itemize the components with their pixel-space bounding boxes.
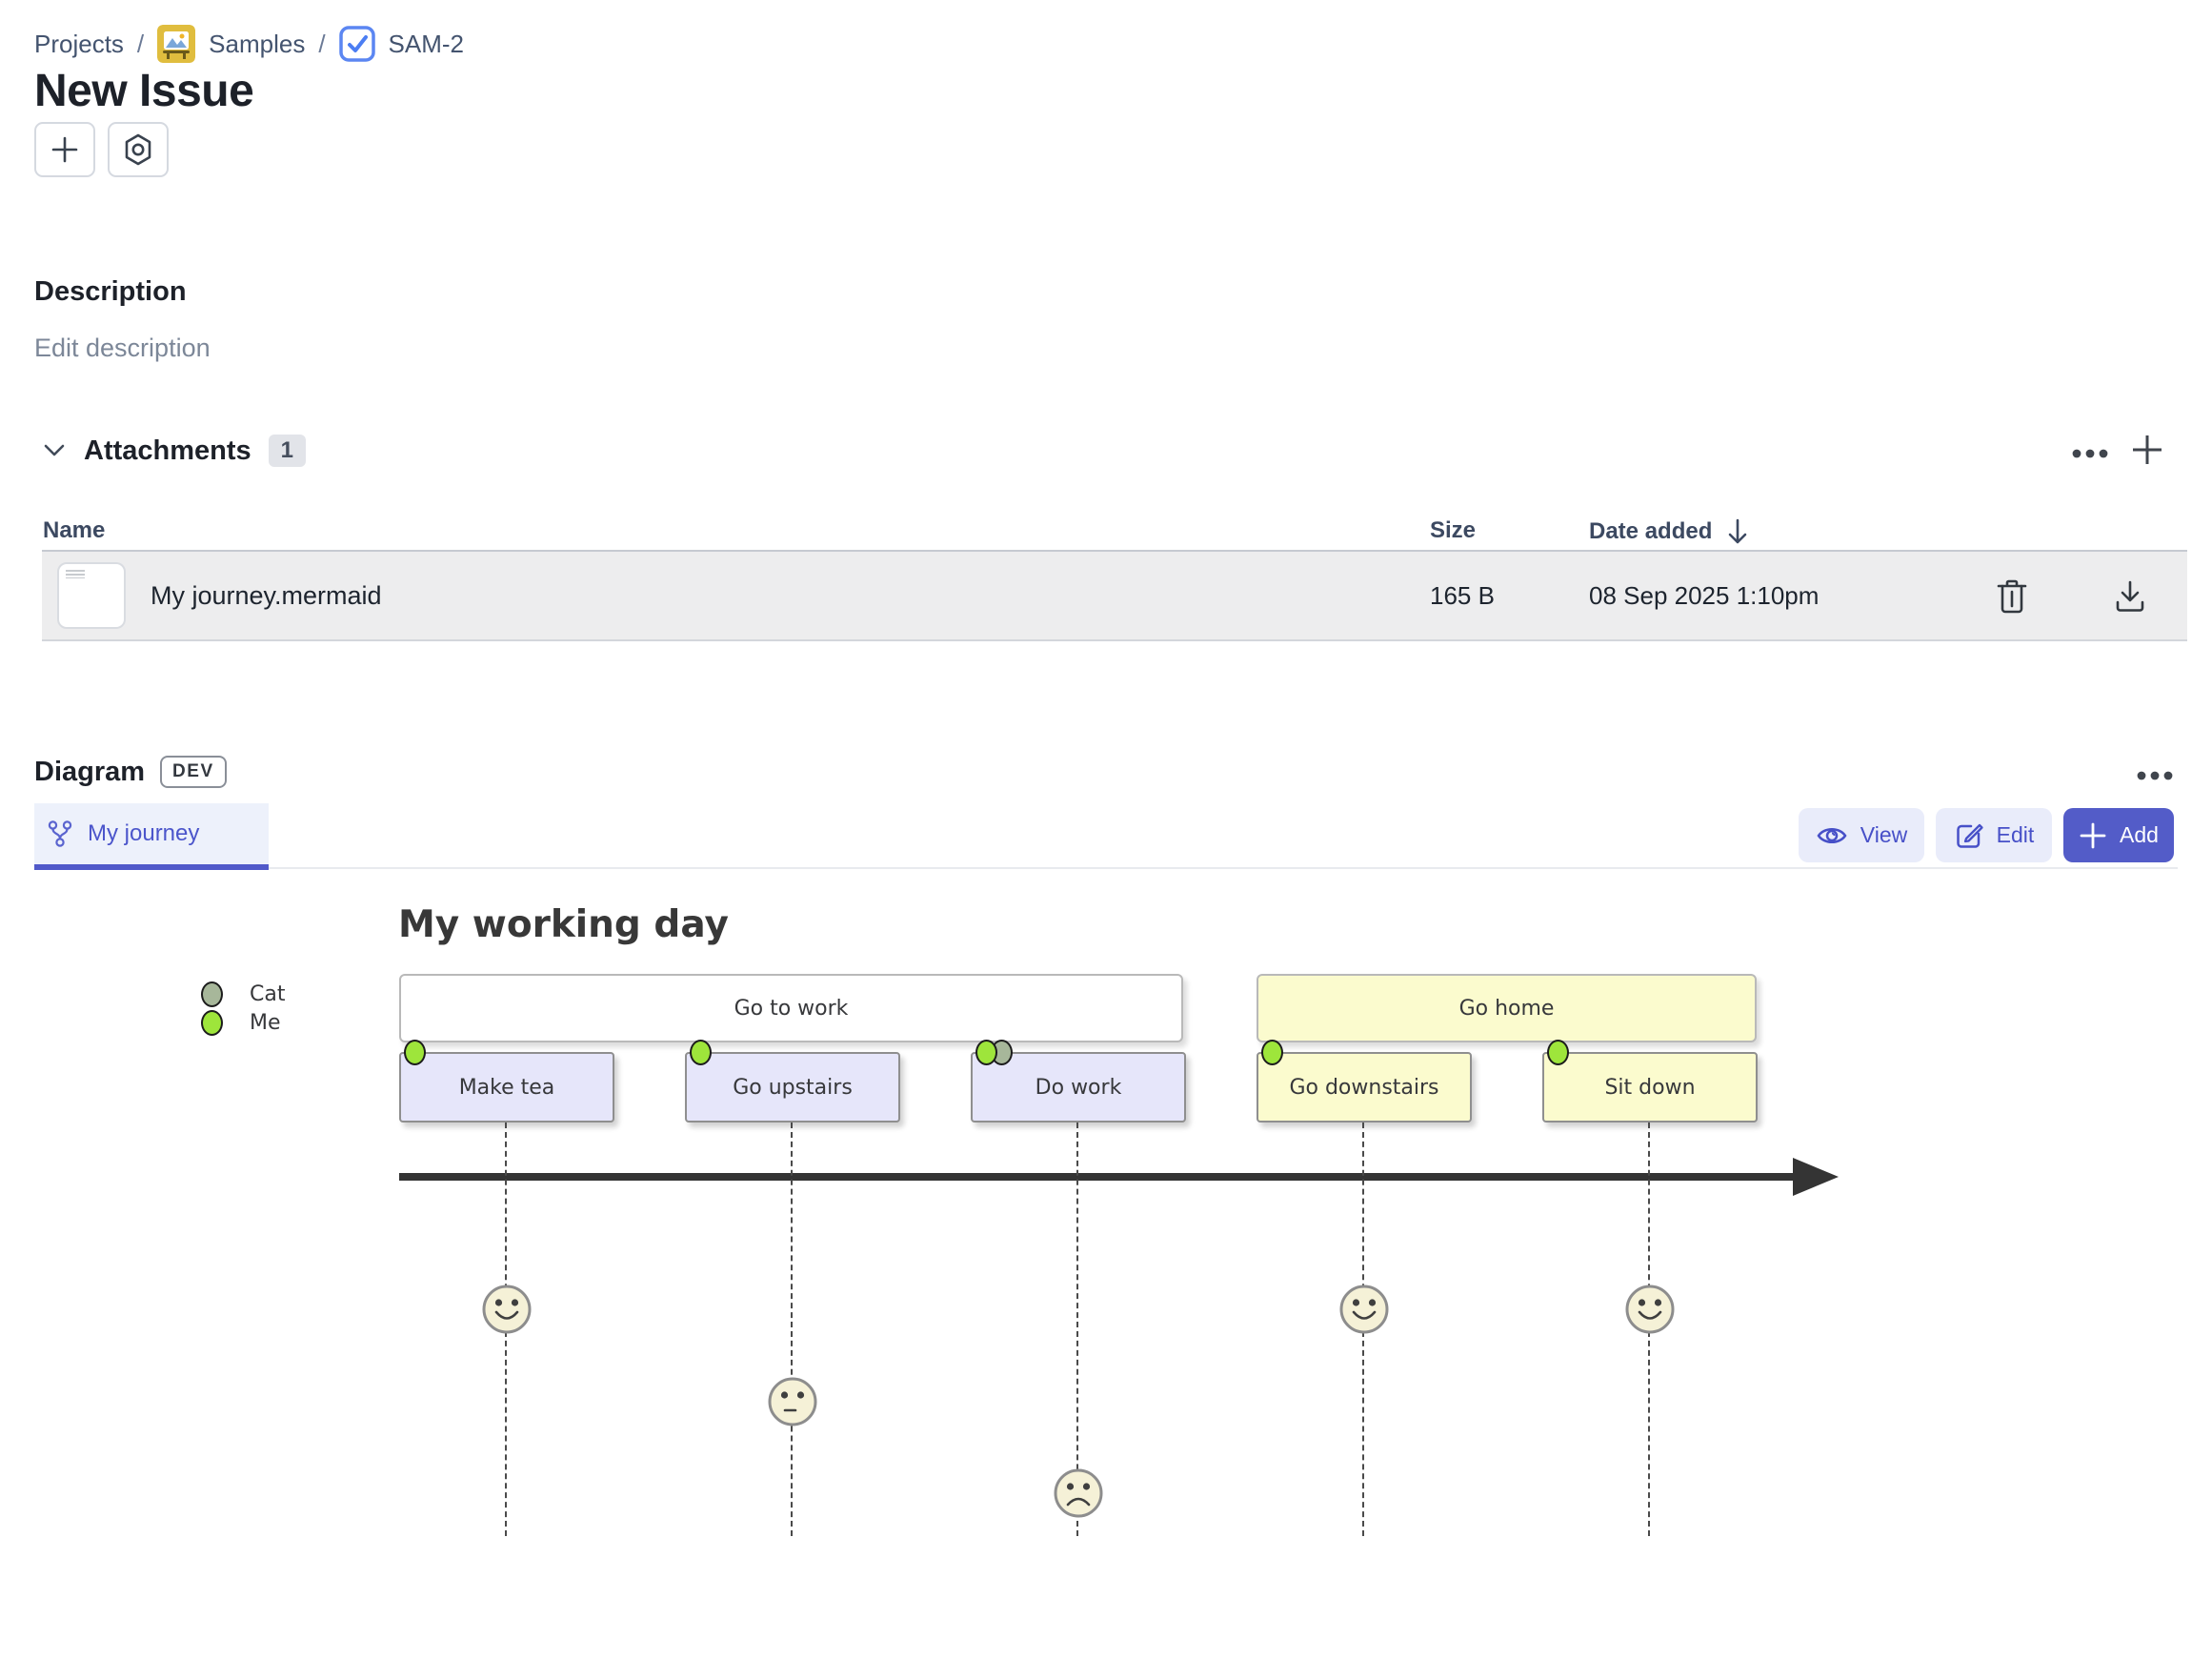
attachment-date-added: 08 Sep 2025 1:10pm [1589,552,1819,639]
happy-face-icon [480,1283,533,1336]
legend-label-cat: Cat [250,982,285,1006]
breadcrumb-projects[interactable]: Projects [34,30,124,59]
neutral-face-icon [766,1375,819,1428]
ellipsis-icon [2133,770,2177,781]
attachment-size: 165 B [1430,552,1495,639]
journey-task-make-tea: Make tea [399,1052,614,1123]
section-label: Go home [1459,997,1555,1021]
column-header-date-label: Date added [1589,518,1712,545]
description-heading: Description [34,276,187,308]
add-button-label: Add [2120,822,2159,848]
attachments-add-button[interactable] [2126,429,2168,471]
attachment-row[interactable]: My journey.mermaid 165 B 08 Sep 2025 1:1… [42,552,2187,641]
task-label: Go upstairs [733,1076,853,1100]
add-diagram-button[interactable]: Add [2063,808,2174,862]
actor-dot-me [975,1040,997,1065]
breadcrumb: Projects / Samples / SAM-2 [34,25,464,63]
tab-bar-rule [34,867,2178,869]
actor-dot-me [404,1040,426,1065]
configure-button[interactable] [108,122,169,177]
plus-icon [2130,433,2164,467]
breadcrumb-separator: / [137,30,144,59]
download-icon [2113,579,2147,614]
timeline-arrowhead [1793,1158,1839,1196]
journey-diagram-canvas: My working day Cat Me Go to work Go home… [0,896,2212,1582]
diagram-header: Diagram DEV [34,756,227,788]
attachments-heading: Attachments [84,435,251,467]
plus-icon [2079,821,2107,850]
legend-dot-me [201,1010,223,1036]
legend-dot-cat [201,981,223,1007]
dev-badge: DEV [160,756,227,788]
edit-pencil-icon [1954,820,1984,851]
tab-my-journey[interactable]: My journey [34,803,269,864]
page-title: New Issue [34,65,253,117]
chevron-down-icon[interactable] [42,442,67,459]
guide-line [791,1123,793,1536]
column-header-date-added[interactable]: Date added [1589,517,1750,546]
sad-face-icon [1052,1467,1105,1520]
active-tab-underline [34,864,269,870]
attachments-count-badge: 1 [269,435,306,467]
trash-icon [1996,578,2028,615]
breadcrumb-issue-key[interactable]: SAM-2 [389,30,464,59]
edit-button[interactable]: Edit [1936,808,2052,862]
tab-label: My journey [88,820,199,847]
plus-icon [50,134,80,165]
view-button-label: View [1860,822,1907,848]
diagram-branch-icon [48,819,72,848]
thumbnail-preview-text [66,570,85,578]
nut-settings-icon [122,132,154,167]
edit-description-placeholder[interactable]: Edit description [34,334,211,363]
timeline-arrow [399,1173,1798,1181]
edit-button-label: Edit [1997,822,2035,848]
task-label: Do work [1036,1076,1122,1100]
diagram-heading: Diagram [34,757,145,788]
actor-dot-me [1261,1040,1283,1065]
column-header-name: Name [43,517,105,544]
journey-section-go-home: Go home [1257,974,1757,1042]
happy-face-icon [1623,1283,1677,1336]
project-avatar-icon [157,25,195,63]
task-type-icon [339,26,375,62]
attachments-more-button[interactable] [2065,438,2115,469]
journey-task-sit-down: Sit down [1542,1052,1758,1123]
journey-task-go-upstairs: Go upstairs [685,1052,900,1123]
section-label: Go to work [734,997,849,1021]
task-label: Go downstairs [1289,1076,1438,1100]
delete-attachment-button[interactable] [1991,576,2033,617]
actor-dot-me [1547,1040,1569,1065]
actor-dot-me [690,1040,712,1065]
legend-label-me: Me [250,1011,281,1035]
eye-icon [1816,824,1848,847]
happy-face-icon [1337,1283,1391,1336]
attachment-name: My journey.mermaid [151,552,382,639]
breadcrumb-samples[interactable]: Samples [209,30,305,59]
attachments-header: Attachments 1 [42,435,306,467]
journey-section-go-to-work: Go to work [399,974,1183,1042]
task-label: Sit down [1604,1076,1695,1100]
column-header-size: Size [1430,517,1476,544]
view-button[interactable]: View [1799,808,1924,862]
ellipsis-icon [2068,448,2112,459]
sort-descending-icon [1725,517,1750,546]
breadcrumb-separator: / [318,30,325,59]
journey-title: My working day [398,903,729,946]
add-field-button[interactable] [34,122,95,177]
attachment-thumbnail[interactable] [57,562,126,629]
task-label: Make tea [459,1076,555,1100]
journey-task-go-downstairs: Go downstairs [1257,1052,1472,1123]
download-attachment-button[interactable] [2109,576,2151,617]
diagram-more-button[interactable] [2130,760,2180,791]
